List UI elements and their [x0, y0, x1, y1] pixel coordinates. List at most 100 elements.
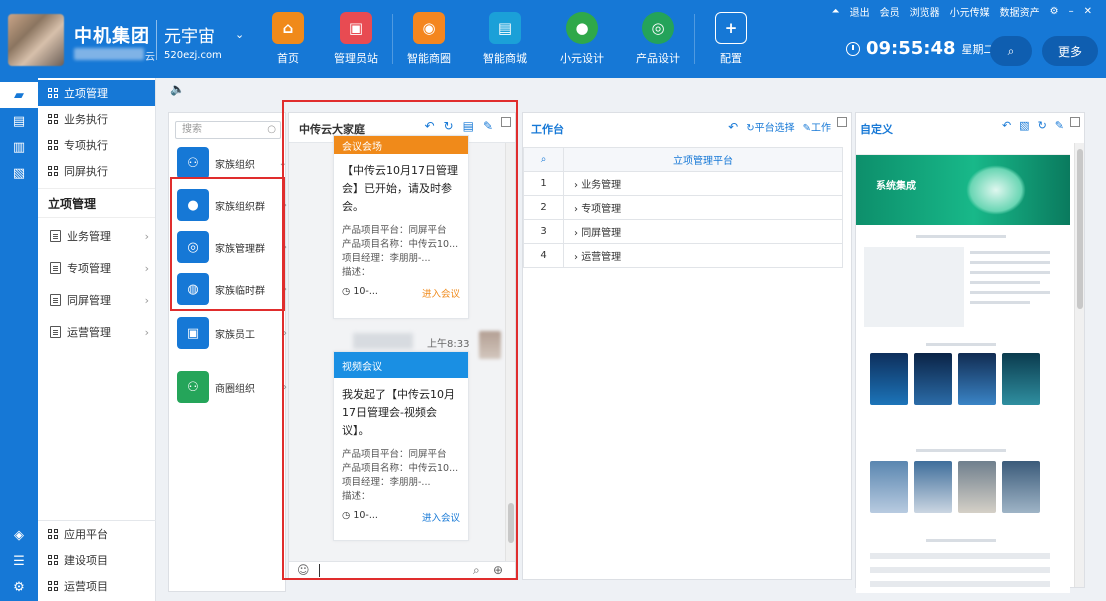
data-assets-link[interactable]: 数据资产 [1000, 4, 1040, 19]
table-row[interactable]: 2 › 专项管理 [523, 195, 843, 220]
search-icon[interactable]: ⌕ [473, 563, 480, 578]
preview-scrollbar[interactable] [1074, 143, 1084, 587]
member-link[interactable]: 会员 [880, 4, 900, 19]
row-label[interactable]: › 运营管理 [563, 243, 843, 268]
contact-family-mgmt-group[interactable]: ◎ 家族管理群 › [177, 229, 287, 265]
refresh-icon[interactable]: ↻ [1038, 119, 1047, 132]
message-input[interactable] [319, 564, 461, 577]
maximize-icon[interactable] [837, 117, 847, 127]
nav-smart-district[interactable]: ◉ 智能商圈 [394, 12, 464, 72]
nav-admin-station[interactable]: ▣ 管理员站 [321, 12, 391, 72]
grid-icon [48, 114, 58, 124]
contact-family-staff[interactable]: ▣ 家族员工 › [177, 315, 287, 351]
monitor-icon[interactable]: ▤ [0, 108, 38, 134]
share-icon[interactable]: ↶ [1002, 119, 1011, 132]
table-row[interactable]: 3 › 同屏管理 [523, 219, 843, 244]
user-icon[interactable]: ⏶ [832, 6, 840, 17]
archive-icon[interactable]: ▤ [463, 119, 474, 133]
briefcase-icon[interactable]: ▰ [0, 82, 38, 108]
nav-smart-mall[interactable]: ▤ 智能商城 [470, 12, 540, 72]
contacts-search-input[interactable]: 搜索 ○ [175, 121, 281, 139]
column-header: 立项管理平台 [563, 147, 843, 172]
scroll-thumb[interactable] [1077, 149, 1083, 309]
contact-family-org-group[interactable]: ● 家族组织群 › [177, 187, 287, 223]
minimize-icon[interactable]: – [1069, 6, 1074, 17]
card-header: 会议会场 [334, 136, 468, 154]
website-preview[interactable]: 系统集成 [856, 143, 1070, 593]
list-icon[interactable]: ☰ [0, 548, 38, 574]
edit-icon[interactable]: ✎ [483, 119, 493, 133]
platform-select-button[interactable]: ↻平台选择 [746, 119, 794, 134]
maximize-icon[interactable] [501, 117, 511, 127]
xiaoyuan-media-link[interactable]: 小元传媒 [950, 4, 990, 19]
more-button[interactable]: 更多 [1042, 36, 1098, 66]
search-placeholder: 搜索 [182, 124, 202, 135]
nav-item-app-platform[interactable]: 应用平台 [38, 521, 156, 547]
row-label[interactable]: › 同屏管理 [563, 219, 843, 244]
contact-label: 家族管理群 [215, 243, 265, 255]
meta-platform: 产品项目平台：同屏平台 [342, 449, 447, 460]
share-icon[interactable]: ↶ [424, 119, 434, 133]
nav-product-design[interactable]: ◎ 产品设计 [623, 12, 693, 72]
custom-toolbar: ↶ ▧ ↻ ✎ [1002, 119, 1064, 132]
close-icon[interactable]: ✕ [1084, 6, 1092, 17]
chart-icon[interactable]: ▥ [0, 134, 38, 160]
sender-avatar[interactable] [479, 331, 501, 359]
table-row[interactable]: 4 › 运营管理 [523, 243, 843, 268]
join-meeting-link[interactable]: 进入会议 [422, 286, 460, 300]
nav-home[interactable]: ⌂ 首页 [253, 12, 323, 72]
image-icon[interactable]: ▧ [1019, 119, 1029, 132]
scroll-thumb[interactable] [508, 503, 514, 543]
nav-item-ops-project[interactable]: 运营项目 [38, 573, 156, 599]
logout-link[interactable]: 退出 [850, 4, 870, 19]
nav-xiaoyuan-design[interactable]: ● 小元设计 [547, 12, 617, 72]
grid-icon [48, 166, 58, 176]
share-icon[interactable]: ↶ [728, 120, 738, 134]
nav-item-special-exec[interactable]: 专项执行 [38, 132, 155, 158]
preview-text-line [926, 343, 996, 346]
sub-item-sync-mgmt[interactable]: 同屏管理 › [38, 284, 155, 316]
contact-family-org[interactable]: ⚇ 家族组织 ⌄ [177, 145, 287, 181]
search-icon[interactable]: ⌕ [523, 147, 564, 172]
sub-item-business-mgmt[interactable]: 业务管理 › [38, 220, 155, 252]
maximize-icon[interactable] [1070, 117, 1080, 127]
join-meeting-link[interactable]: 进入会议 [422, 510, 460, 524]
edit-icon[interactable]: ✎ [1055, 119, 1064, 132]
chat-scrollbar[interactable] [505, 143, 515, 561]
nav-config[interactable]: + 配置 [696, 12, 766, 72]
chevron-down-icon[interactable]: ⌄ [235, 28, 244, 41]
nav-item-project-mgmt[interactable]: 立项管理 [38, 80, 155, 106]
card-footer: ◷ 10-... 进入会议 [334, 510, 468, 530]
work-button[interactable]: ✎工作 [803, 119, 831, 134]
contact-district-org[interactable]: ⚇ 商圈组织 › [177, 369, 287, 405]
add-icon[interactable]: ⊕ [493, 563, 503, 577]
company-avatar[interactable] [8, 14, 64, 66]
message-time: 上午8:33 [427, 339, 470, 350]
settings-icon[interactable]: ⚙ [0, 574, 38, 600]
nav-item-sync-exec[interactable]: 同屏执行 [38, 158, 155, 184]
row-label[interactable]: › 专项管理 [563, 195, 843, 220]
nav-item-construction[interactable]: 建设项目 [38, 547, 156, 573]
chat-toolbar: ↶ ↻ ▤ ✎ [424, 119, 493, 133]
nav-item-business-exec[interactable]: 业务执行 [38, 106, 155, 132]
speaker-icon[interactable]: 🔈 [170, 82, 185, 96]
brand-switcher[interactable]: 元宇宙 [164, 22, 215, 47]
nav-item-label: 运营项目 [64, 580, 108, 593]
meeting-card-1[interactable]: 会议会场 【中传云10月17日管理会】已开始，请及时参会。 产品项目平台：同屏平… [333, 135, 469, 319]
screen-icon[interactable]: ▧ [0, 160, 38, 186]
sub-item-special-mgmt[interactable]: 专项管理 › [38, 252, 155, 284]
contact-label: 商圈组织 [215, 383, 255, 395]
contact-family-temp-group[interactable]: ◍ 家族临时群 › [177, 271, 287, 307]
chevron-right-icon: › [283, 327, 287, 339]
emoji-icon[interactable]: ☺ [297, 563, 310, 577]
settings-icon[interactable]: ⚙ [1050, 6, 1059, 17]
row-label[interactable]: › 业务管理 [563, 171, 843, 196]
browser-link[interactable]: 浏览器 [910, 4, 940, 19]
sub-item-ops-mgmt[interactable]: 运营管理 › [38, 316, 155, 348]
meeting-card-2[interactable]: 视频会议 我发起了【中传云10月17日管理会-视频会议】。 产品项目平台：同屏平… [333, 351, 469, 541]
search-button[interactable]: ⌕ [990, 36, 1032, 66]
cube-icon[interactable]: ◈ [0, 522, 38, 548]
table-row[interactable]: 1 › 业务管理 [523, 171, 843, 196]
refresh-icon[interactable]: ↻ [444, 119, 454, 133]
preview-card [914, 353, 952, 405]
